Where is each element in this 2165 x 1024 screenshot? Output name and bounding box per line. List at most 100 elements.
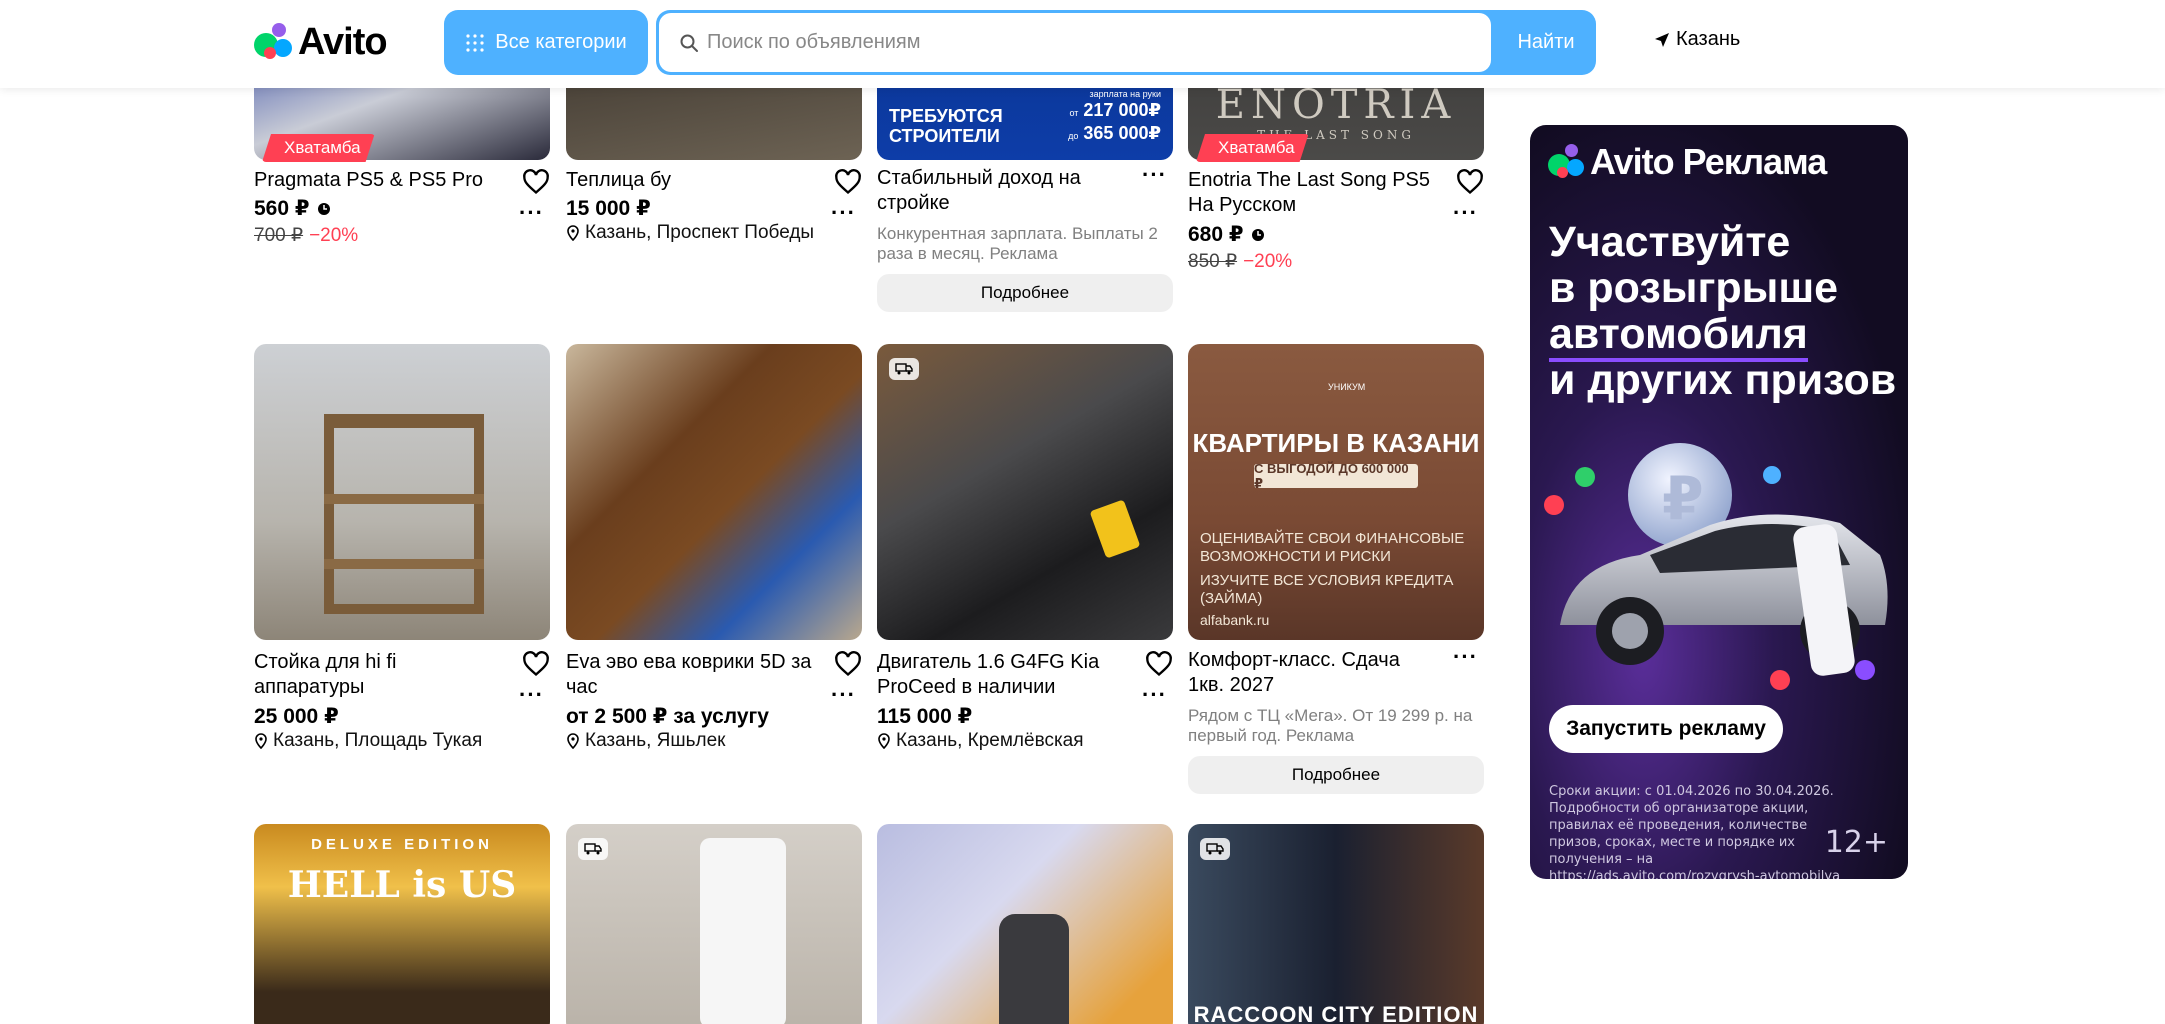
listing-location: Казань, Кремлёвская [877,730,1084,752]
listing-location: Казань, Яшьлек [566,730,725,752]
listing-card[interactable]: Стойка для hi fi аппаратуры ··· 25 000 ₽… [254,344,550,764]
launch-ad-button[interactable]: Запустить рекламу [1549,705,1783,753]
listing-title[interactable]: Стойка для hi fi аппаратуры [254,650,504,700]
location-selector[interactable]: Казань [1654,28,1740,51]
car-illustration: ₽ [1544,443,1888,690]
listing-title[interactable]: Комфорт-класс. Сдача 1кв. 2027 [1188,648,1438,698]
delivery-badge [1200,838,1230,860]
ad-logo: Avito Реклама [1548,141,1827,183]
pin-icon [255,733,267,749]
ad-headline-line: в розыгрыше [1549,264,1839,312]
details-button[interactable]: Подробнее [1188,756,1484,794]
clock-icon [1252,228,1265,241]
listing-title[interactable]: Pragmata PS5 & PS5 Pro [254,168,504,193]
price-value: 680 ₽ [1188,223,1244,246]
discount-label: −20% [309,225,359,246]
truck-icon [584,843,602,855]
old-price-row: 850 ₽ −20% [1188,250,1292,273]
favorite-heart-icon[interactable] [1145,650,1173,678]
listing-image[interactable] [877,344,1173,640]
more-options-icon[interactable]: ··· [1142,684,1167,706]
search-placeholder: Поиск по объявлениям [707,31,921,53]
more-options-icon[interactable]: ··· [831,202,856,224]
more-options-icon[interactable]: ··· [1453,646,1478,668]
clock-icon [318,202,331,215]
salary-from-row: от 217 000₽ [1068,100,1161,123]
image-footer-url: alfabank.ru [1200,612,1270,628]
ad-headline-highlight: автомобиля [1549,310,1808,362]
favorite-heart-icon[interactable] [522,168,550,196]
truck-icon [1206,843,1224,855]
shelf-board [324,559,484,569]
image-subheading: С ВЫГОДОЙ ДО 600 000 ₽ [1254,461,1418,491]
all-categories-button[interactable]: Все категории [444,10,648,75]
ad-legal-text: Сроки акции: с 01.04.2026 по 30.04.2026.… [1549,784,1841,879]
location-text: Казань, Площадь Тукая [273,730,483,751]
listing-card[interactable] [566,824,862,1024]
more-options-icon[interactable]: ··· [519,202,544,224]
all-categories-label: Все категории [495,31,627,53]
search-input[interactable]: Поиск по объявлениям [659,13,1491,72]
listing-price: 15 000 ₽ [566,197,651,220]
engine-label-sticker [1089,499,1141,559]
more-options-icon[interactable]: ··· [519,684,544,706]
favorite-heart-icon[interactable] [1456,168,1484,196]
location-text: Казань, Проспект Победы [585,222,815,243]
search-button[interactable]: Найти [1496,10,1596,75]
avito-ad-banner[interactable]: Avito Реклама Участвуйте в розыгрыше авт… [1530,125,1908,879]
sponsored-card[interactable]: УНИКУМ КВАРТИРЫ В КАЗАНИ С ВЫГОДОЙ ДО 60… [1188,344,1484,804]
salary-from-label: от [1069,108,1079,118]
listing-card[interactable]: Eva эво ева коврики 5D за час ··· от 2 5… [566,344,862,764]
listing-price: 560 ₽ [254,196,331,221]
listing-image[interactable]: DELUXE EDITION HELL is US [254,824,550,1024]
more-options-icon[interactable]: ··· [831,684,856,706]
price-value: 560 ₽ [254,197,310,220]
listing-location: Казань, Проспект Победы [566,222,814,244]
listing-card[interactable] [877,824,1173,1024]
listing-card[interactable]: DELUXE EDITION HELL is US [254,824,550,1024]
discount-label: −20% [1243,251,1293,272]
image-disclaimer: ОЦЕНИВАЙТЕ СВОИ ФИНАНСОВЫЕ ВОЗМОЖНОСТИ И… [1200,530,1465,565]
more-options-icon[interactable]: ··· [1142,164,1167,186]
ad-image-salary: зарплата на руки от 217 000₽ до 365 000₽ [1068,88,1161,146]
hvatamba-badge: Хватамба [1196,134,1309,162]
listing-title[interactable]: Eva эво ева коврики 5D за час [566,650,816,700]
details-button[interactable]: Подробнее [877,274,1173,312]
shelf-illustration [324,414,484,614]
listing-title[interactable]: Теплица бу [566,168,816,193]
listing-title[interactable]: Двигатель 1.6 G4FG Kia ProCeed в наличии [877,650,1127,700]
favorite-heart-icon[interactable] [834,168,862,196]
listing-card[interactable]: Двигатель 1.6 G4FG Kia ProCeed в наличии… [877,344,1173,764]
listing-title[interactable]: Стабильный доход на стройке [877,166,1127,216]
listing-image[interactable]: RACCOON CITY EDITION [1188,824,1484,1024]
pin-icon [567,225,579,241]
favorite-heart-icon[interactable] [522,650,550,678]
old-price: 700 ₽ [254,225,304,246]
location-label: Казань [1676,28,1741,50]
avito-logo[interactable]: Avito [254,20,388,64]
search-icon [680,34,698,52]
listing-image[interactable] [254,344,550,640]
favorite-heart-icon[interactable] [834,650,862,678]
star-icon [1855,660,1875,680]
location-arrow-icon [1655,32,1669,47]
listing-image[interactable] [877,824,1173,1024]
age-rating: 12+ [1824,825,1888,860]
hvatamba-badge: Хватамба [262,134,375,162]
listing-image[interactable]: УНИКУМ КВАРТИРЫ В КАЗАНИ С ВЫГОДОЙ ДО 60… [1188,344,1484,640]
image-title-text: ENOTRIA [1215,82,1457,128]
listing-image[interactable] [566,824,862,1024]
ad-headline-line: Участвуйте [1549,218,1791,266]
more-options-icon[interactable]: ··· [1453,202,1478,224]
search-bar: Поиск по объявлениям Найти [656,10,1596,75]
old-price-row: 700 ₽ −20% [254,224,358,247]
listing-image[interactable] [566,344,862,640]
salary-to: 365 000₽ [1083,123,1161,143]
shelf-board [324,494,484,504]
listing-card[interactable]: RACCOON CITY EDITION [1188,824,1484,1024]
image-title-text: RACCOON CITY EDITION [1193,1002,1479,1024]
air-conditioner-shape [700,838,786,1024]
listing-title[interactable]: Enotria The Last Song PS5 На Русском [1188,168,1438,218]
ad-image-line1: Требуются [889,106,1003,126]
ad-logo-text: Avito Реклама [1590,141,1827,182]
